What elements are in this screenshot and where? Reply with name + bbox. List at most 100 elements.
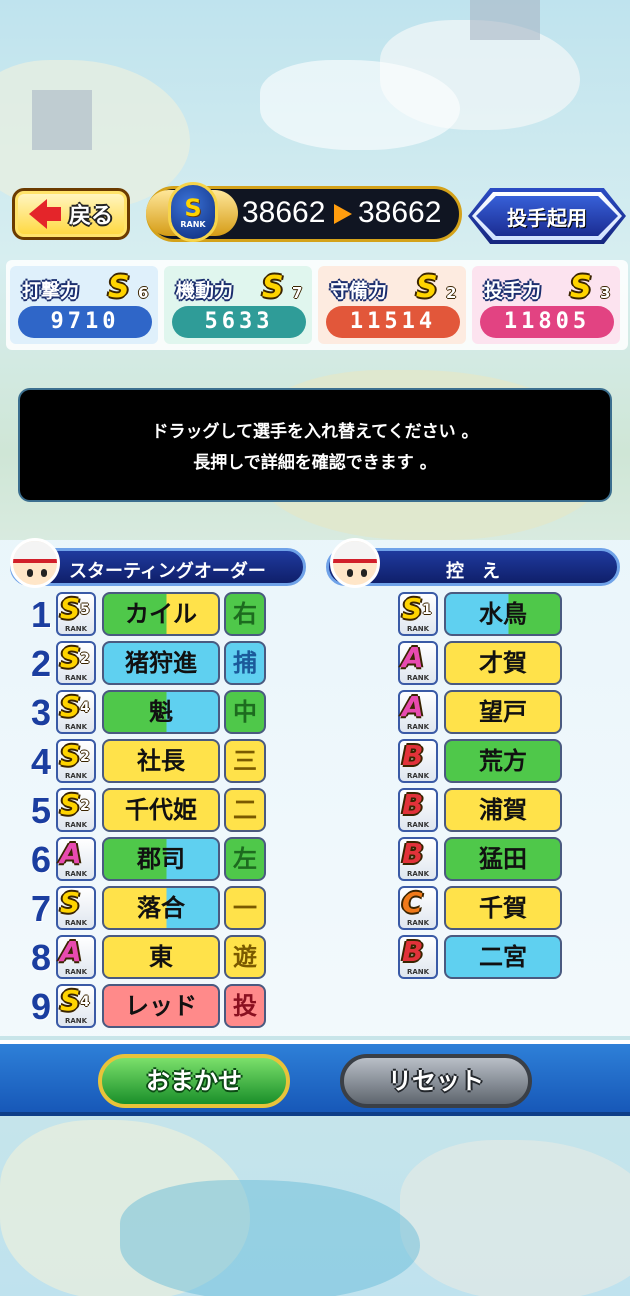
instruction-line-2: 長押しで詳細を確認できます 。 xyxy=(193,453,437,473)
batting-order-number: 1 xyxy=(30,594,52,635)
position-badge[interactable]: 遊 xyxy=(224,935,266,979)
player-name-plate[interactable]: 二宮 xyxy=(444,935,562,979)
team-rank-caption: RANK xyxy=(180,219,206,229)
team-rank-letter: S xyxy=(184,193,202,222)
player-name-plate[interactable]: 郡司 xyxy=(102,837,220,881)
player-rank-badge: S 2 RANK xyxy=(56,788,96,832)
player-name-plate[interactable]: 猛田 xyxy=(444,837,562,881)
position-badge[interactable]: 左 xyxy=(224,837,266,881)
rank-caption: RANK xyxy=(406,772,430,780)
player-rank-letter: S xyxy=(60,592,81,625)
player-rank-badge: S 1 RANK xyxy=(398,592,438,636)
player-rank-badge: S RANK xyxy=(56,886,96,930)
player-rank-badge: A RANK xyxy=(398,690,438,734)
player-rank-badge: B RANK xyxy=(398,837,438,881)
map-island xyxy=(400,1140,630,1296)
pitcher-usage-button[interactable]: 投手起用 xyxy=(468,188,626,244)
rank-caption: RANK xyxy=(64,919,88,927)
pitcher-usage-label: 投手起用 xyxy=(507,206,587,230)
back-label: 戻る xyxy=(68,204,113,229)
stat-grade-level: 6 xyxy=(138,284,149,302)
batting-order-number: 6 xyxy=(30,839,52,880)
batting-order-number: 4 xyxy=(30,741,52,782)
starting-order-title: スターティングオーダー xyxy=(69,561,266,582)
rank-caption: RANK xyxy=(406,821,430,829)
position-badge[interactable]: 右 xyxy=(224,592,266,636)
player-name-plate[interactable]: 荒方 xyxy=(444,739,562,783)
rank-caption: RANK xyxy=(406,870,430,878)
player-rank-level: 4 xyxy=(80,700,90,716)
player-rank-letter: B xyxy=(402,739,424,772)
map-building xyxy=(470,0,540,40)
player-name-plate[interactable]: 東 xyxy=(102,935,220,979)
player-avatar-icon xyxy=(330,538,380,588)
player-rank-letter: A xyxy=(60,837,82,870)
player-rank-letter: B xyxy=(402,788,424,821)
stat-value: 9710 xyxy=(18,306,152,338)
player-rank-badge: A RANK xyxy=(56,935,96,979)
stat-grade: S xyxy=(108,270,130,305)
player-name-plate[interactable]: 猪狩進 xyxy=(102,641,220,685)
player-rank-badge: C RANK xyxy=(398,886,438,930)
player-name-plate[interactable]: 落合 xyxy=(102,886,220,930)
player-rank-level: 2 xyxy=(80,749,90,765)
rank-caption: RANK xyxy=(406,674,430,682)
player-rank-letter: B xyxy=(402,935,424,968)
stat-grade-level: 2 xyxy=(446,284,457,302)
position-badge[interactable]: 中 xyxy=(224,690,266,734)
rank-caption: RANK xyxy=(64,772,88,780)
player-rank-badge: A RANK xyxy=(398,641,438,685)
reset-button[interactable]: リセット xyxy=(340,1054,532,1108)
map-water xyxy=(120,1180,420,1296)
rank-caption: RANK xyxy=(64,625,88,633)
player-rank-level: 4 xyxy=(80,994,90,1010)
stat-value: 11514 xyxy=(326,306,460,338)
stat-card: 投手力 S 3 11805 xyxy=(472,266,620,344)
player-name-plate[interactable]: 千賀 xyxy=(444,886,562,930)
stat-label: 投手力 xyxy=(484,280,542,302)
position-badge[interactable]: 二 xyxy=(224,788,266,832)
player-rank-letter: S xyxy=(60,739,81,772)
team-rank-medal-icon: S RANK xyxy=(146,180,238,246)
player-name-plate[interactable]: 水鳥 xyxy=(444,592,562,636)
rank-caption: RANK xyxy=(406,723,430,731)
rank-caption: RANK xyxy=(64,1017,88,1025)
batting-order-number: 8 xyxy=(30,937,52,978)
position-badge[interactable]: 捕 xyxy=(224,641,266,685)
batting-order-number: 3 xyxy=(30,692,52,733)
player-rank-letter: A xyxy=(402,641,424,674)
stat-grade: S xyxy=(570,270,592,305)
player-rank-level: 2 xyxy=(80,798,90,814)
rank-caption: RANK xyxy=(64,968,88,976)
batting-order-number: 2 xyxy=(30,643,52,684)
back-button[interactable]: 戻る xyxy=(12,188,130,240)
player-name-plate[interactable]: 望戸 xyxy=(444,690,562,734)
position-badge[interactable]: 三 xyxy=(224,739,266,783)
rank-caption: RANK xyxy=(406,968,430,976)
player-rank-letter: S xyxy=(60,984,81,1017)
player-rank-badge: B RANK xyxy=(398,739,438,783)
batting-order-number: 9 xyxy=(30,986,52,1027)
player-rank-badge: S 4 RANK xyxy=(56,690,96,734)
player-name-plate[interactable]: 才賀 xyxy=(444,641,562,685)
position-badge[interactable]: 投 xyxy=(224,984,266,1028)
player-rank-letter: B xyxy=(402,837,424,870)
back-arrow-icon xyxy=(28,199,61,229)
bottom-action-bar xyxy=(0,1040,630,1116)
player-name-plate[interactable]: レッド xyxy=(102,984,220,1028)
player-name-plate[interactable]: 千代姫 xyxy=(102,788,220,832)
player-name-plate[interactable]: 浦賀 xyxy=(444,788,562,832)
player-rank-badge: B RANK xyxy=(398,935,438,979)
player-name-plate[interactable]: 社長 xyxy=(102,739,220,783)
auto-assign-button[interactable]: おまかせ xyxy=(98,1054,290,1108)
batting-order-number: 5 xyxy=(30,790,52,831)
stat-label: 守備力 xyxy=(330,280,388,302)
player-rank-letter: A xyxy=(60,935,82,968)
instruction-line-1: ドラッグして選手を入れ替えてください 。 xyxy=(151,422,479,442)
stat-grade: S xyxy=(262,270,284,305)
stat-grade-level: 7 xyxy=(292,284,303,302)
stat-label: 機動力 xyxy=(176,280,234,302)
player-name-plate[interactable]: カイル xyxy=(102,592,220,636)
position-badge[interactable]: 一 xyxy=(224,886,266,930)
player-name-plate[interactable]: 魁 xyxy=(102,690,220,734)
